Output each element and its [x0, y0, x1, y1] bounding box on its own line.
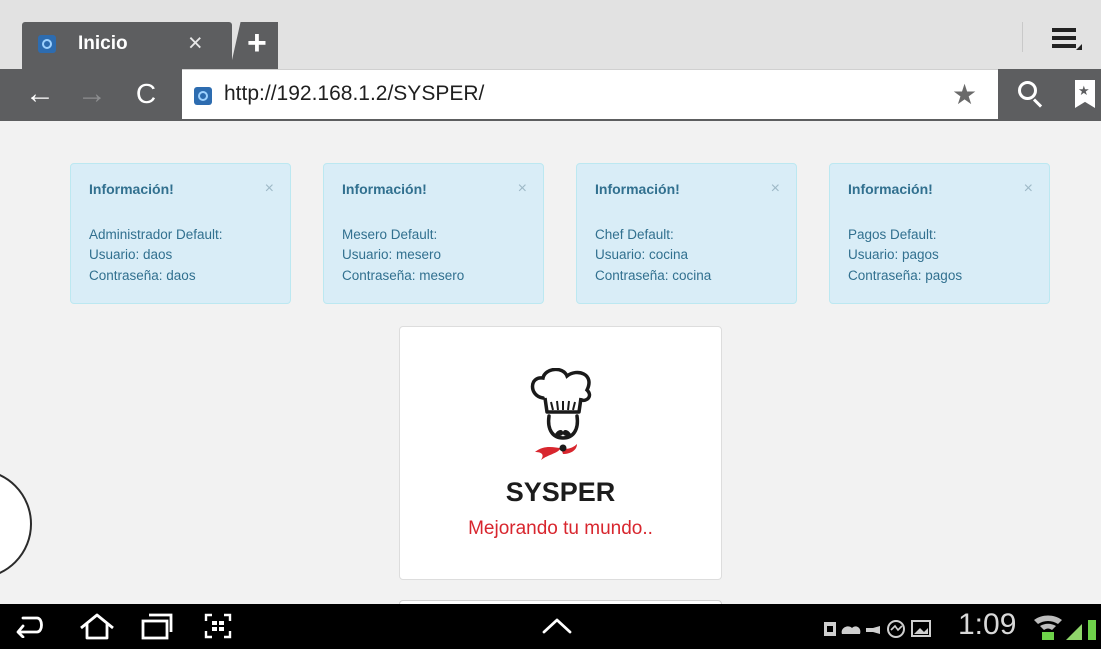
plus-icon: +: [247, 24, 267, 62]
new-tab-button[interactable]: +: [230, 22, 278, 69]
alert-title: Información!: [595, 181, 680, 197]
alert-user: Usuario: pagos: [848, 247, 939, 262]
alert-password: Contraseña: mesero: [342, 268, 465, 283]
search-icon[interactable]: [1016, 79, 1048, 111]
address-bar[interactable]: http://192.168.1.2/SYSPER/ ★: [182, 69, 998, 119]
alert-title: Información!: [848, 181, 933, 197]
alert-role: Administrador Default:: [89, 227, 223, 242]
tab-title: Inicio: [78, 33, 128, 54]
side-panel-handle[interactable]: [0, 469, 32, 579]
alert-role: Chef Default:: [595, 227, 674, 242]
logo-card: SYSPER Mejorando tu mundo..: [399, 326, 722, 580]
back-icon[interactable]: [15, 612, 45, 638]
notification-icons: [824, 620, 931, 638]
tab-strip: Inicio × +: [0, 0, 1101, 69]
alert-title: Información!: [342, 181, 427, 197]
chef-logo-icon: [530, 368, 592, 460]
info-alert-admin: Información! × Administrador Default: Us…: [70, 163, 291, 304]
slogan: Mejorando tu mundo..: [468, 518, 653, 539]
page-content: Información! × Administrador Default: Us…: [0, 121, 1101, 604]
browser-toolbar: ← → C http://192.168.1.2/SYSPER/ ★ ★: [0, 69, 1101, 121]
alert-close-icon[interactable]: ×: [1024, 180, 1033, 198]
divider: [1022, 22, 1023, 52]
alert-close-icon[interactable]: ×: [771, 180, 780, 198]
menu-icon[interactable]: [1052, 24, 1082, 54]
globe-favicon-icon: [38, 35, 56, 53]
tab-close-icon[interactable]: ×: [188, 29, 203, 58]
forward-arrow-icon[interactable]: →: [72, 69, 112, 121]
tab-inicio[interactable]: Inicio ×: [22, 22, 232, 69]
star-icon[interactable]: ★: [952, 78, 977, 111]
alert-close-icon[interactable]: ×: [518, 180, 527, 198]
alert-title: Información!: [89, 181, 174, 197]
url-text[interactable]: http://192.168.1.2/SYSPER/: [224, 82, 484, 106]
info-alert-mesero: Información! × Mesero Default: Usuario: …: [323, 163, 544, 304]
alert-user: Usuario: mesero: [342, 247, 442, 262]
info-alert-pagos: Información! × Pagos Default: Usuario: p…: [829, 163, 1050, 304]
reload-icon[interactable]: C: [126, 69, 166, 121]
alert-close-icon[interactable]: ×: [265, 180, 274, 198]
back-arrow-icon[interactable]: ←: [20, 69, 60, 121]
bookmarks-icon[interactable]: ★: [1075, 80, 1095, 108]
alert-role: Mesero Default:: [342, 227, 438, 242]
wifi-signal-battery-icon: [1034, 615, 1096, 640]
alert-password: Contraseña: pagos: [848, 268, 963, 283]
alert-password: Contraseña: daos: [89, 268, 196, 283]
brand-name: SYSPER: [505, 477, 616, 507]
alert-password: Contraseña: cocina: [595, 268, 712, 283]
alert-role: Pagos Default:: [848, 227, 937, 242]
alert-user: Usuario: daos: [89, 247, 173, 262]
globe-favicon-icon: [194, 87, 212, 105]
alert-user: Usuario: cocina: [595, 247, 689, 262]
screenshot-icon[interactable]: [203, 612, 233, 640]
clock: 1:09: [958, 608, 1017, 641]
system-navigation-bar: 1:09: [0, 604, 1101, 649]
chevron-up-icon[interactable]: [540, 612, 574, 638]
recent-apps-icon[interactable]: [140, 612, 174, 640]
info-alert-chef: Información! × Chef Default: Usuario: co…: [576, 163, 797, 304]
home-icon[interactable]: [77, 612, 117, 640]
